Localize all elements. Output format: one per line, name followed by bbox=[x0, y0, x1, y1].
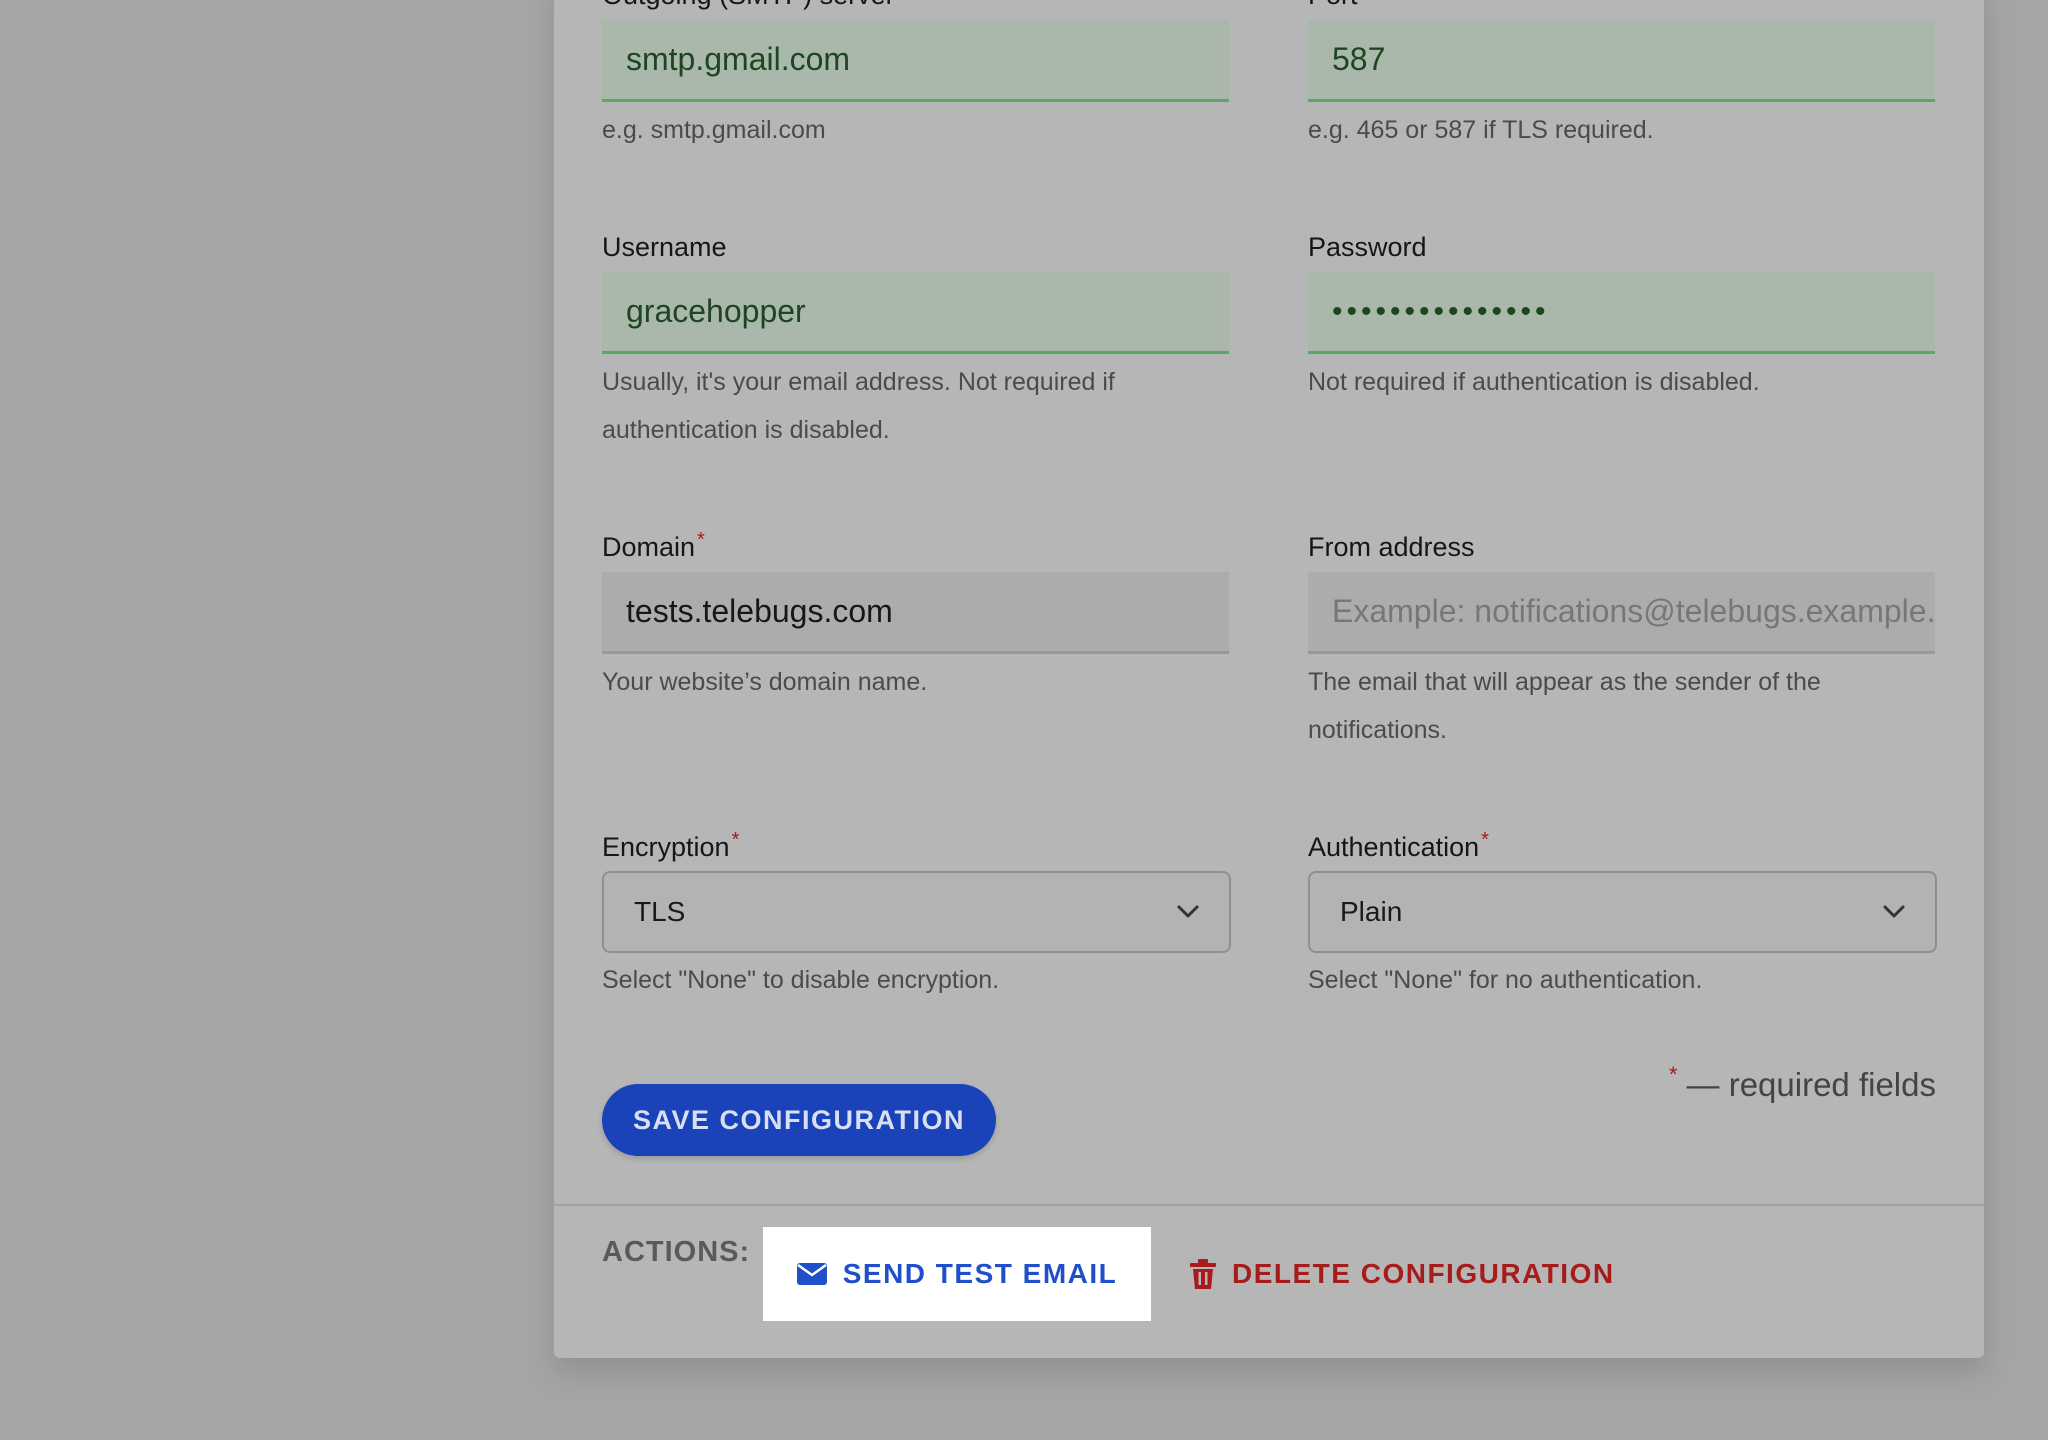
chevron-down-icon bbox=[1883, 905, 1905, 918]
port-label: Port bbox=[1308, 0, 1358, 11]
delete-configuration-button[interactable]: DELETE CONFIGURATION bbox=[1190, 1227, 1615, 1321]
from-address-label: From address bbox=[1308, 532, 1475, 562]
required-asterisk: * bbox=[1668, 1062, 1678, 1087]
port-help: e.g. 465 or 587 if TLS required. bbox=[1308, 116, 1654, 144]
encryption-label-text: Encryption bbox=[602, 832, 730, 862]
from-address-help: The email that will appear as the sender… bbox=[1308, 668, 1821, 744]
encryption-select[interactable]: TLS bbox=[602, 871, 1231, 953]
send-test-email-button[interactable]: SEND TEST EMAIL bbox=[763, 1227, 1151, 1321]
password-help: Not required if authentication is disabl… bbox=[1308, 368, 1760, 396]
smtp-server-label: Outgoing (SMTP) server bbox=[602, 0, 895, 11]
authentication-select[interactable]: Plain bbox=[1308, 871, 1937, 953]
username-help: Usually, it's your email address. Not re… bbox=[602, 368, 1115, 444]
encryption-label: Encryption * bbox=[602, 829, 740, 863]
actions-divider bbox=[554, 1204, 1984, 1206]
authentication-selected-value: Plain bbox=[1340, 896, 1403, 927]
smtp-server-input[interactable]: smtp.gmail.com bbox=[602, 20, 1229, 102]
save-configuration-button[interactable]: SAVE CONFIGURATION bbox=[602, 1084, 996, 1156]
smtp-server-help: e.g. smtp.gmail.com bbox=[602, 116, 826, 144]
send-test-email-label: SEND TEST EMAIL bbox=[842, 1258, 1118, 1289]
domain-help: Your website’s domain name. bbox=[602, 668, 928, 696]
username-input[interactable]: gracehopper bbox=[602, 272, 1229, 354]
authentication-label-text: Authentication bbox=[1308, 832, 1480, 862]
email-config-card: Outgoing (SMTP) server smtp.gmail.com e.… bbox=[554, 0, 1984, 1358]
trash-icon bbox=[1190, 1259, 1216, 1289]
required-asterisk: * bbox=[697, 529, 705, 551]
username-label: Username bbox=[602, 232, 727, 262]
password-label: Password bbox=[1308, 232, 1427, 262]
domain-input[interactable]: tests.telebugs.com bbox=[602, 572, 1229, 654]
encryption-selected-value: TLS bbox=[634, 896, 686, 927]
required-asterisk: * bbox=[1481, 829, 1489, 851]
password-input[interactable]: ••••••••••••••• bbox=[1308, 272, 1935, 354]
delete-configuration-label: DELETE CONFIGURATION bbox=[1232, 1258, 1615, 1289]
encryption-help: Select "None" to disable encryption. bbox=[602, 966, 1000, 994]
authentication-help: Select "None" for no authentication. bbox=[1308, 966, 1703, 994]
authentication-label: Authentication * bbox=[1308, 829, 1489, 863]
required-asterisk: * bbox=[731, 829, 740, 851]
actions-label: ACTIONS: bbox=[602, 1236, 751, 1268]
required-legend-text: — required fields bbox=[1677, 1066, 1936, 1103]
chevron-down-icon bbox=[1177, 905, 1199, 918]
from-address-input[interactable]: Example: notifications@telebugs.example.… bbox=[1308, 572, 1935, 654]
required-fields-legend: * — required fields bbox=[1667, 1062, 1936, 1104]
envelope-icon bbox=[796, 1263, 827, 1285]
port-input[interactable]: 587 bbox=[1308, 20, 1935, 102]
domain-label: Domain * bbox=[602, 529, 705, 563]
domain-label-text: Domain bbox=[602, 532, 696, 562]
